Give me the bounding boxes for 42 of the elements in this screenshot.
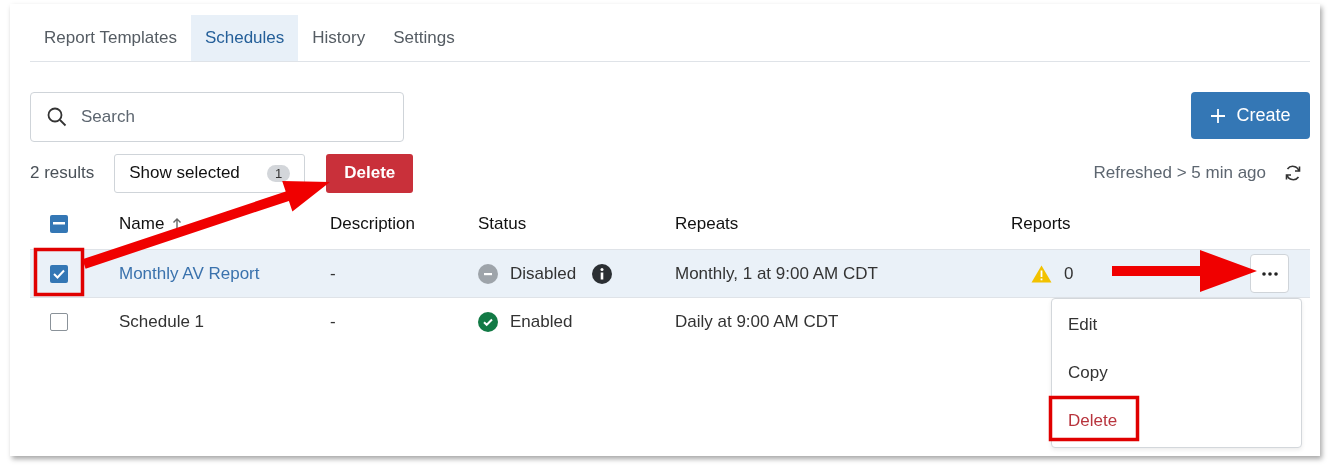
highlight-box <box>33 247 85 297</box>
selected-count: 1 <box>267 164 291 182</box>
table-cell: Monthly, 1 at 9:00 AM CDT <box>675 263 878 284</box>
menu-item[interactable]: Delete <box>1052 397 1301 445</box>
show-selected-button[interactable]: Show selected 1 <box>114 153 306 193</box>
info-icon[interactable] <box>592 263 613 284</box>
search-icon <box>47 107 67 127</box>
menu-item[interactable]: Copy <box>1052 349 1301 397</box>
tab[interactable]: Schedules <box>190 15 299 61</box>
tab[interactable]: History <box>298 15 380 61</box>
row-checkbox[interactable] <box>50 264 68 283</box>
schedule-link[interactable]: Monthly AV Report <box>119 263 260 284</box>
select-all-checkbox[interactable] <box>50 214 68 233</box>
minus-icon <box>53 222 65 225</box>
delete-button[interactable]: Delete <box>326 153 414 193</box>
column-header[interactable]: Repeats <box>675 213 739 234</box>
search-box[interactable]: Search <box>30 92 404 142</box>
column-header[interactable]: Name <box>119 213 165 234</box>
create-button[interactable]: Create <box>1191 92 1310 139</box>
table-cell: Daily at 9:00 AM CDT <box>675 312 839 332</box>
refresh-icon[interactable] <box>1284 164 1302 182</box>
report-count: 0 <box>1064 263 1074 284</box>
schedule-name[interactable]: Schedule 1 <box>119 312 205 332</box>
results-count: 2 results <box>30 163 95 183</box>
tab[interactable]: Settings <box>379 15 469 61</box>
menu-item[interactable]: Edit <box>1052 301 1301 349</box>
column-header[interactable]: Reports <box>1011 213 1071 234</box>
plus-icon <box>1210 107 1227 124</box>
status-text: Disabled <box>510 263 577 284</box>
column-header[interactable]: Status <box>478 213 527 234</box>
minus-circle-icon <box>478 263 498 284</box>
column-header[interactable]: Description <box>330 213 416 234</box>
checkmark-icon <box>53 268 65 279</box>
tab[interactable]: Report Templates <box>30 15 191 61</box>
row-checkbox[interactable] <box>50 313 68 331</box>
status-text: Enabled <box>510 312 573 332</box>
table-cell: - <box>330 263 336 284</box>
table-cell: - <box>330 312 336 332</box>
more-icon <box>1261 271 1278 276</box>
more-button[interactable] <box>1250 254 1289 293</box>
check-circle-icon <box>478 312 498 332</box>
refreshed-text: Refreshed > 5 min ago <box>1093 163 1266 183</box>
